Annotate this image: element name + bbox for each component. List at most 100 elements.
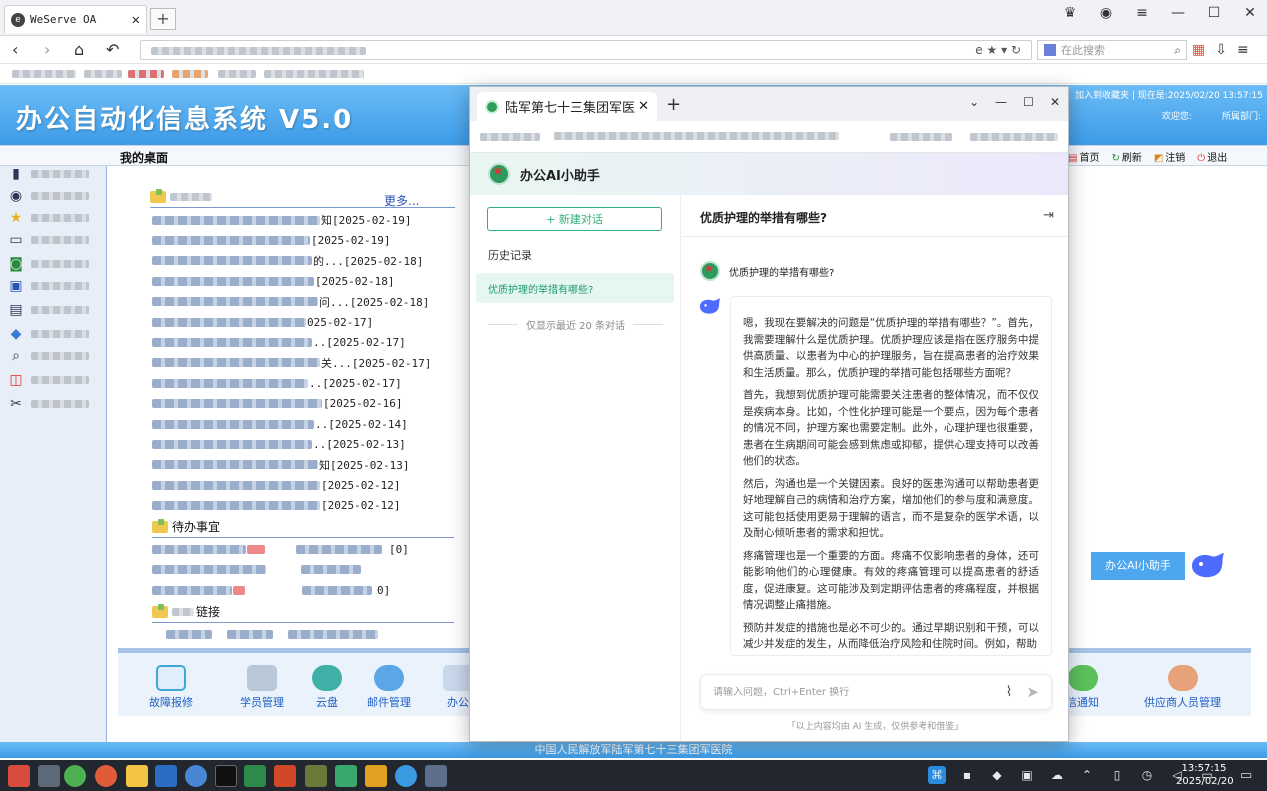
sidebar-item-5[interactable]: ◙ bbox=[7, 256, 97, 272]
notification-icon[interactable]: ▭ bbox=[1240, 768, 1252, 783]
cloud-icon[interactable]: ☁ bbox=[1048, 766, 1066, 784]
apps-icon[interactable]: ▦ bbox=[1192, 42, 1205, 58]
close-window-icon[interactable]: ✕ bbox=[1241, 5, 1259, 21]
maximize-icon[interactable]: ☐ bbox=[1023, 95, 1034, 109]
news-row[interactable]: 知[2025-02-19] bbox=[152, 212, 411, 228]
news-row[interactable]: [2025-02-18] bbox=[152, 273, 394, 289]
taskbar-browser-icon[interactable] bbox=[64, 765, 86, 787]
top-links[interactable]: 加入到收藏夹 | 现在是:2025/02/20 13:57:15 bbox=[1075, 88, 1263, 101]
logout-switch-button[interactable]: ◩ 注销 bbox=[1154, 149, 1185, 164]
news-row[interactable]: 关...[2025-02-17] bbox=[152, 355, 431, 371]
close-tab-icon[interactable]: ✕ bbox=[638, 99, 649, 114]
pending-row-2[interactable] bbox=[152, 561, 362, 577]
download-icon[interactable]: ⇩ bbox=[1215, 42, 1227, 58]
address-bar[interactable]: e ★ ▾ ↻ bbox=[140, 40, 1032, 60]
taskbar-person-icon[interactable] bbox=[425, 765, 447, 787]
sidebar-item-8[interactable]: ◆ bbox=[7, 326, 97, 342]
taskbar-folder-icon[interactable] bbox=[126, 765, 148, 787]
history-item[interactable]: 优质护理的举措有哪些? bbox=[476, 273, 674, 303]
taskbar-vb-icon[interactable] bbox=[155, 765, 177, 787]
taskbar-photo-icon[interactable] bbox=[335, 765, 357, 787]
ie-icon[interactable]: e bbox=[975, 43, 982, 57]
sidebar-item-1[interactable]: ▮ bbox=[7, 166, 97, 182]
taskbar-app-13-icon[interactable] bbox=[365, 765, 387, 787]
quick-link-notify[interactable]: 信通知 bbox=[1066, 665, 1099, 710]
export-icon[interactable]: ⇥ bbox=[1043, 208, 1054, 223]
news-row[interactable]: 025-02-17] bbox=[152, 314, 373, 330]
taskbar-settings-icon[interactable] bbox=[185, 765, 207, 787]
quick-link-students[interactable]: 学员管理 bbox=[240, 665, 284, 710]
reload-icon[interactable]: ↻ bbox=[1011, 43, 1021, 57]
sidebar-item-4[interactable]: ▭ bbox=[7, 232, 97, 248]
send-icon[interactable]: ➤ bbox=[1026, 683, 1039, 701]
sidebar-item-9[interactable]: ⌕ bbox=[7, 348, 97, 364]
popup-address-bar[interactable] bbox=[470, 121, 1068, 153]
browser-search-input[interactable]: 在此搜索 ⌕ bbox=[1037, 40, 1187, 60]
pending-row-3[interactable]: 0] bbox=[152, 582, 390, 598]
sidebar-item-3[interactable]: ★ bbox=[7, 210, 97, 226]
forward-icon[interactable]: › bbox=[44, 40, 50, 59]
quick-link-cloud[interactable]: 云盘 bbox=[312, 665, 342, 710]
star-icon[interactable]: ★ bbox=[986, 43, 997, 57]
quick-link-repair[interactable]: 故障报修 bbox=[149, 665, 193, 710]
taskbar-terminal-icon[interactable] bbox=[215, 765, 237, 787]
taskbar-slides-icon[interactable] bbox=[274, 765, 296, 787]
sidebar-item-11[interactable]: ✂ bbox=[7, 396, 97, 412]
news-row[interactable]: [2025-02-16] bbox=[152, 396, 402, 412]
maximize-icon[interactable]: ☐ bbox=[1205, 5, 1223, 21]
news-row[interactable]: 的...[2025-02-18] bbox=[152, 253, 423, 269]
chevron-up-icon[interactable]: ⌃ bbox=[1078, 766, 1096, 784]
news-row[interactable]: [2025-02-19] bbox=[152, 232, 390, 248]
refresh-button[interactable]: ↻ 刷新 bbox=[1111, 149, 1141, 164]
back-icon[interactable]: ‹ bbox=[12, 40, 18, 59]
account-icon[interactable]: ◉ bbox=[1097, 5, 1115, 21]
taskbar-sheets-icon[interactable] bbox=[244, 765, 266, 787]
news-row[interactable]: 问...[2025-02-18] bbox=[152, 294, 429, 310]
new-tab-icon[interactable]: + bbox=[666, 94, 681, 115]
home-icon[interactable]: ⌂ bbox=[74, 40, 84, 59]
hamburger-icon[interactable]: ≡ bbox=[1237, 42, 1249, 58]
news-row[interactable]: [2025-02-12] bbox=[152, 477, 400, 493]
floating-ai-assistant-button[interactable]: 办公AI小助手 bbox=[1091, 552, 1185, 580]
chevron-down-icon[interactable]: ⌄ bbox=[969, 95, 979, 109]
undo-icon[interactable]: ↶ bbox=[106, 40, 119, 59]
taskbar-monitor-icon[interactable] bbox=[305, 765, 327, 787]
taskbar-app-14-icon[interactable] bbox=[395, 765, 417, 787]
paperclip-icon[interactable]: ⌇ bbox=[1006, 684, 1013, 700]
sidebar-item-10[interactable]: ◫ bbox=[7, 372, 97, 388]
popup-tab[interactable]: 陆军第七十三集团军医 ✕ bbox=[477, 92, 657, 121]
tray-diamond-icon[interactable]: ◆ bbox=[988, 766, 1006, 784]
new-chat-button[interactable]: + 新建对话 bbox=[487, 207, 662, 231]
shirt-icon[interactable]: ♛ bbox=[1061, 5, 1079, 21]
menu-icon[interactable]: ≡ bbox=[1133, 5, 1151, 21]
taskbar-chrome-icon[interactable] bbox=[95, 765, 117, 787]
taskbar-window-switch-icon[interactable] bbox=[38, 765, 60, 787]
news-row[interactable]: ..[2025-02-14] bbox=[152, 416, 408, 432]
news-row[interactable]: ..[2025-02-17] bbox=[152, 334, 406, 350]
close-window-icon[interactable]: ✕ bbox=[1050, 95, 1060, 109]
tray-shield-icon[interactable]: ▣ bbox=[1018, 766, 1036, 784]
chevron-down-icon[interactable]: ▾ bbox=[1001, 43, 1007, 57]
whale-icon[interactable] bbox=[1186, 543, 1230, 587]
search-icon[interactable]: ⌕ bbox=[1174, 43, 1181, 58]
sidebar-item-7[interactable]: ▤ bbox=[7, 302, 97, 318]
browser-tab-oa[interactable]: e WeServe OA ✕ bbox=[4, 5, 147, 33]
minimize-icon[interactable]: — bbox=[995, 95, 1007, 109]
news-row[interactable]: ..[2025-02-13] bbox=[152, 436, 406, 452]
news-row[interactable]: [2025-02-12] bbox=[152, 498, 400, 514]
battery-icon[interactable]: ▯ bbox=[1108, 766, 1126, 784]
exit-button[interactable]: ⏻ 退出 bbox=[1197, 149, 1227, 164]
links-row[interactable] bbox=[152, 626, 379, 642]
quick-link-suppliers[interactable]: 供应商人员管理 bbox=[1144, 665, 1221, 710]
quick-link-mail[interactable]: 邮件管理 bbox=[367, 665, 411, 710]
printer-icon[interactable]: ▪ bbox=[958, 766, 976, 784]
news-row[interactable]: 知[2025-02-13] bbox=[152, 457, 409, 473]
close-tab-icon[interactable]: ✕ bbox=[132, 12, 140, 28]
home-button[interactable]: ▤ 首页 bbox=[1068, 149, 1099, 164]
question-input[interactable] bbox=[713, 686, 1006, 698]
taskbar-clock[interactable]: 13:57:15 2025/02/20 bbox=[1176, 762, 1234, 788]
network-icon[interactable]: ◷ bbox=[1138, 766, 1156, 784]
taskbar-app-1-icon[interactable] bbox=[8, 765, 30, 787]
sidebar-item-2[interactable]: ◉ bbox=[7, 188, 97, 204]
news-row[interactable]: ..[2025-02-17] bbox=[152, 375, 402, 391]
